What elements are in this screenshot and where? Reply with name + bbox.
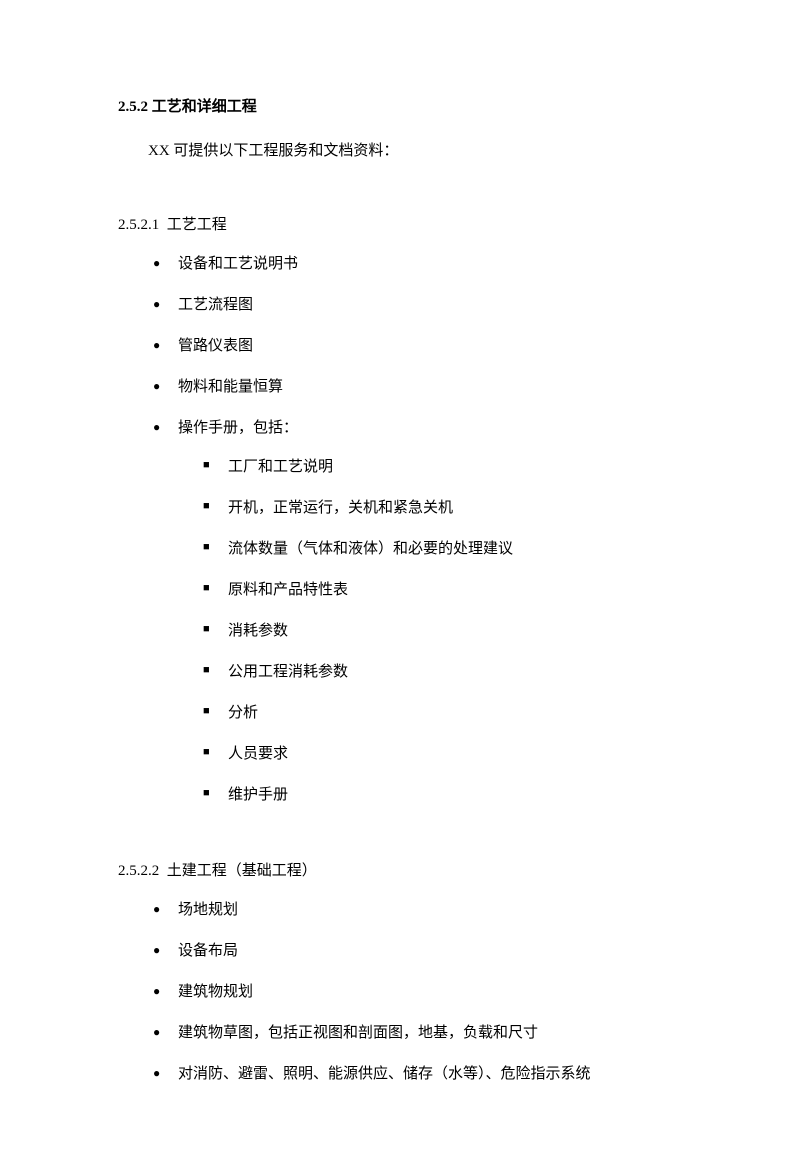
list-item: 建筑物规划 (118, 979, 684, 1006)
sub-list-item: 原料和产品特性表 (178, 577, 684, 604)
list-item: 设备和工艺说明书 (118, 251, 684, 278)
list-item: 设备布局 (118, 938, 684, 965)
subsection-number: 2.5.2.1 (118, 217, 159, 233)
list-item: 场地规划 (118, 897, 684, 924)
section-intro: XX 可提供以下工程服务和文档资料： (118, 139, 684, 163)
sub-list-item: 开机，正常运行，关机和紧急关机 (178, 495, 684, 522)
section-number: 2.5.2 (118, 99, 148, 115)
list-item-text: 管路仪表图 (178, 338, 253, 354)
list-item-text: 建筑物规划 (178, 984, 253, 1000)
list-item-text: 对消防、避雷、照明、能源供应、储存（水等）、危险指示系统 (178, 1066, 591, 1082)
list-item: 物料和能量恒算 (118, 374, 684, 401)
list-item-text: 工艺流程图 (178, 297, 253, 313)
sub-list-item: 流体数量（气体和液体）和必要的处理建议 (178, 536, 684, 563)
list-item: 管路仪表图 (118, 333, 684, 360)
sub-list-item: 人员要求 (178, 741, 684, 768)
sub-list-item: 公用工程消耗参数 (178, 659, 684, 686)
list-item-text: 物料和能量恒算 (178, 379, 283, 395)
list-item-text: 设备布局 (178, 943, 238, 959)
list-item-text: 建筑物草图，包括正视图和剖面图，地基，负载和尺寸 (178, 1025, 538, 1041)
sub-list-item: 维护手册 (178, 782, 684, 809)
list-item-text: 设备和工艺说明书 (178, 256, 298, 272)
square-list: 工厂和工艺说明 开机，正常运行，关机和紧急关机 流体数量（气体和液体）和必要的处… (178, 454, 684, 809)
sub-list-item: 消耗参数 (178, 618, 684, 645)
subsection-heading: 2.5.2.2 土建工程（基础工程） (118, 859, 684, 883)
list-item: 操作手册，包括： 工厂和工艺说明 开机，正常运行，关机和紧急关机 流体数量（气体… (118, 415, 684, 809)
section-heading: 2.5.2 工艺和详细工程 (118, 95, 684, 119)
document-page: 2.5.2 工艺和详细工程 XX 可提供以下工程服务和文档资料： 2.5.2.1… (0, 0, 794, 1162)
list-item: 工艺流程图 (118, 292, 684, 319)
sub-list-item: 分析 (178, 700, 684, 727)
list-item-text: 操作手册，包括： (178, 420, 298, 436)
list-item: 建筑物草图，包括正视图和剖面图，地基，负载和尺寸 (118, 1020, 684, 1047)
bullet-list: 场地规划 设备布局 建筑物规划 建筑物草图，包括正视图和剖面图，地基，负载和尺寸… (118, 897, 684, 1088)
sub-list-item: 工厂和工艺说明 (178, 454, 684, 481)
list-item-text: 场地规划 (178, 902, 238, 918)
subsection-title: 工艺工程 (167, 217, 227, 233)
section-title: 工艺和详细工程 (152, 99, 257, 115)
subsection-heading: 2.5.2.1 工艺工程 (118, 213, 684, 237)
bullet-list: 设备和工艺说明书 工艺流程图 管路仪表图 物料和能量恒算 操作手册，包括： 工厂… (118, 251, 684, 809)
list-item: 对消防、避雷、照明、能源供应、储存（水等）、危险指示系统 (118, 1061, 684, 1088)
subsection-number: 2.5.2.2 (118, 863, 159, 879)
subsection-title: 土建工程（基础工程） (167, 863, 317, 879)
